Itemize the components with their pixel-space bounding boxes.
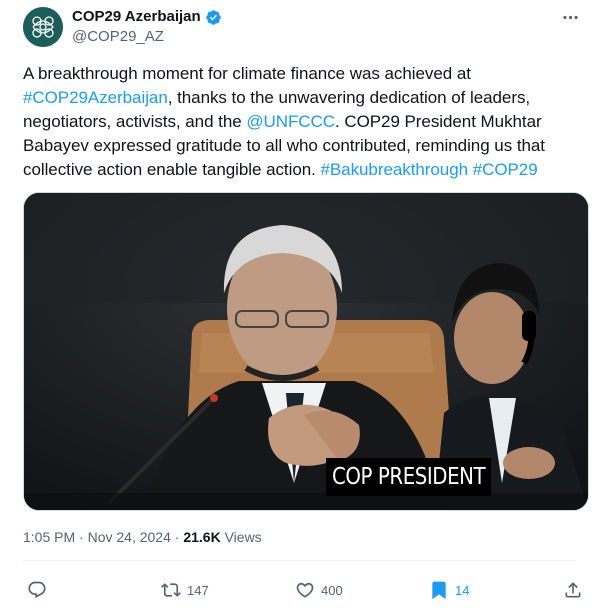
repost-icon	[161, 583, 181, 597]
tweet-time[interactable]: 1:05 PM	[23, 529, 75, 545]
views-label: Views	[220, 529, 262, 545]
author-name-row: COP29 Azerbaijan	[72, 8, 222, 26]
repost-count: 147	[187, 582, 209, 598]
more-options-icon	[562, 15, 578, 19]
reply-icon	[28, 581, 46, 599]
author-display-name[interactable]: COP29 Azerbaijan	[72, 8, 201, 26]
hashtag-link-cop29[interactable]: #COP29	[473, 160, 538, 179]
bookmark-button[interactable]: 14	[429, 575, 469, 605]
tweet-card: COP29 Azerbaijan @COP29_AZ A breakthroug…	[0, 0, 592, 615]
mention-link-unfccc[interactable]: @UNFCCC	[246, 112, 335, 131]
tweet-media-video[interactable]: COP PRESIDENT	[23, 192, 589, 511]
verified-badge-icon	[205, 9, 221, 25]
more-options-button[interactable]	[559, 6, 581, 28]
tweet-text-segment: A breakthrough moment for climate financ…	[23, 64, 471, 83]
meta-separator: ·	[170, 529, 184, 545]
bookmark-count: 14	[455, 582, 470, 598]
hashtag-link-bakubreakthrough[interactable]: #Bakubreakthrough	[320, 160, 468, 179]
video-frame-image	[24, 193, 588, 510]
divider	[23, 560, 575, 561]
tweet-date[interactable]: Nov 24, 2024	[88, 529, 171, 545]
views-count: 21.6K	[183, 529, 221, 545]
reply-button[interactable]	[27, 575, 53, 605]
share-button[interactable]	[563, 575, 583, 605]
like-count: 400	[321, 582, 343, 598]
author-handle[interactable]: @COP29_AZ	[72, 28, 164, 46]
like-button[interactable]: 400	[295, 575, 343, 605]
tweet-text: A breakthrough moment for climate financ…	[23, 62, 573, 182]
avatar[interactable]	[23, 7, 63, 47]
hashtag-link-cop29azerbaijan[interactable]: #COP29Azerbaijan	[23, 88, 168, 107]
video-caption: COP PRESIDENT	[326, 458, 492, 496]
meta-separator: ·	[75, 529, 88, 545]
repost-button[interactable]: 147	[161, 575, 209, 605]
action-bar: 147 400 14	[0, 575, 592, 605]
heart-icon	[296, 582, 314, 598]
share-icon	[565, 582, 581, 598]
tweet-meta: 1:05 PM · Nov 24, 2024 · 21.6K Views	[23, 527, 262, 547]
bookmark-icon	[432, 581, 446, 600]
cop29-logo-icon	[23, 7, 63, 47]
